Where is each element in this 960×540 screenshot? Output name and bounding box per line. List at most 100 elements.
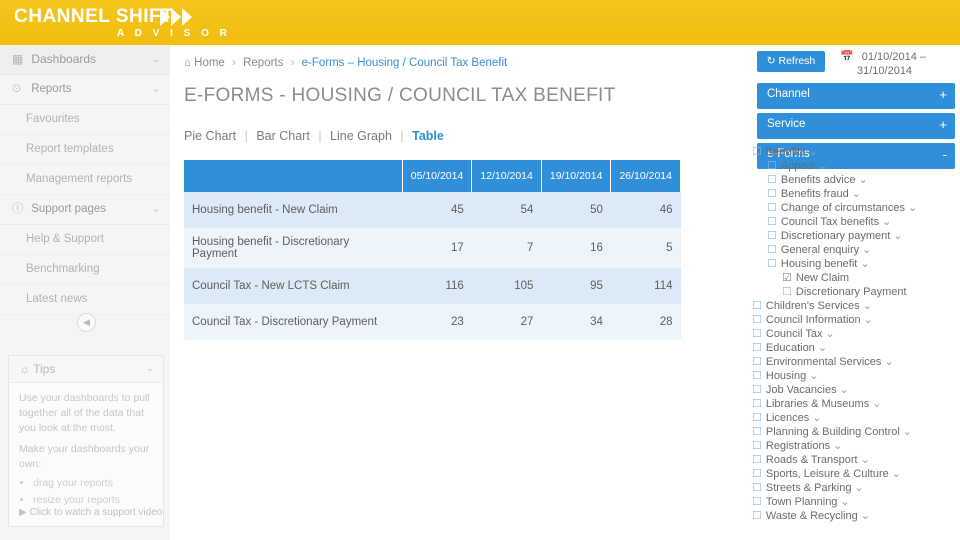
chevron-down-icon[interactable]: ⌄ [812, 412, 821, 424]
chevron-down-icon[interactable]: ⌄ [840, 384, 849, 396]
checkbox-unchecked-icon[interactable]: ☐ [752, 146, 762, 158]
chevron-down-icon[interactable]: ⌄ [903, 426, 912, 438]
tree-item[interactable]: ☐ Job Vacancies ⌄ [735, 383, 960, 397]
chevron-down-icon[interactable]: ⌄ [818, 160, 827, 172]
sidebar-item-favourites[interactable]: Favourites [0, 105, 170, 135]
tree-item[interactable]: ☐ Waste & Recycling ⌄ [735, 509, 960, 523]
tree-item[interactable]: ☐ Benefits ⌄ [735, 145, 960, 159]
checkbox-checked-icon[interactable]: ☑ [782, 272, 792, 284]
home-icon[interactable]: ⌂ [184, 57, 191, 69]
refresh-button[interactable]: ↻ Refresh [757, 51, 825, 72]
chevron-down-icon[interactable]: ⌄ [893, 230, 902, 242]
checkbox-unchecked-icon[interactable]: ☐ [752, 496, 762, 508]
chevron-down-icon[interactable]: ⌄ [872, 398, 881, 410]
chevron-down-icon[interactable]: ⌄ [892, 468, 901, 480]
checkbox-unchecked-icon[interactable]: ☐ [752, 356, 762, 368]
checkbox-unchecked-icon[interactable]: ☐ [752, 342, 762, 354]
checkbox-unchecked-icon[interactable]: ☐ [752, 468, 762, 480]
checkbox-unchecked-icon[interactable]: ☐ [767, 160, 777, 172]
tree-item[interactable]: ☐ Change of circumstances ⌄ [735, 201, 960, 215]
date-range-picker[interactable]: 📅 01/10/2014 – 31/10/2014 [840, 50, 955, 78]
tab-bar-chart[interactable]: Bar Chart [256, 129, 310, 143]
tree-item[interactable]: ☐ Housing benefit ⌄ [735, 257, 960, 271]
chevron-down-icon[interactable]: ⌄ [860, 258, 869, 270]
chevron-down-icon[interactable]: ⌄ [908, 202, 917, 214]
checkbox-unchecked-icon[interactable]: ☐ [752, 426, 762, 438]
tree-item[interactable]: ☐ Council Tax ⌄ [735, 327, 960, 341]
tree-item[interactable]: ☐ Roads & Transport ⌄ [735, 453, 960, 467]
chevron-down-icon[interactable]: ⌄ [818, 342, 827, 354]
tree-item[interactable]: ☐ Licences ⌄ [735, 411, 960, 425]
chevron-down-icon[interactable]: ⌄ [826, 328, 835, 340]
checkbox-unchecked-icon[interactable]: ☐ [767, 188, 777, 200]
sidebar-item-help-support[interactable]: Help & Support [0, 225, 170, 255]
checkbox-unchecked-icon[interactable]: ☐ [752, 328, 762, 340]
tree-item[interactable]: ☐ Appeal ⌄ [735, 159, 960, 173]
checkbox-unchecked-icon[interactable]: ☐ [767, 216, 777, 228]
chevron-down-icon[interactable]: ⌄ [861, 510, 870, 522]
tree-item[interactable]: ☐ Town Planning ⌄ [735, 495, 960, 509]
checkbox-unchecked-icon[interactable]: ☐ [752, 510, 762, 522]
chevron-down-icon[interactable]: ⌄ [840, 496, 849, 508]
chevron-down-icon[interactable]: ⌄ [863, 300, 872, 312]
tree-item[interactable]: ☐ Benefits advice ⌄ [735, 173, 960, 187]
tree-item[interactable]: ☐ Discretionary payment ⌄ [735, 229, 960, 243]
checkbox-unchecked-icon[interactable]: ☐ [767, 202, 777, 214]
tree-item[interactable]: ☐ Council Tax benefits ⌄ [735, 215, 960, 229]
checkbox-unchecked-icon[interactable]: ☐ [752, 300, 762, 312]
tab-pie-chart[interactable]: Pie Chart [184, 129, 236, 143]
tree-item[interactable]: ☐ Planning & Building Control ⌄ [735, 425, 960, 439]
tips-video-link[interactable]: ▶ Click to watch a support video [19, 507, 162, 518]
tree-item[interactable]: ☐ Discretionary Payment [735, 285, 960, 299]
sidebar-item-reports[interactable]: ⏲ Reports ⌄ [0, 75, 170, 105]
chevron-down-icon[interactable]: ⌄ [884, 356, 893, 368]
tree-item[interactable]: ☐ Children's Services ⌄ [735, 299, 960, 313]
tree-item[interactable]: ☐ Education ⌄ [735, 341, 960, 355]
breadcrumb-reports[interactable]: Reports [243, 57, 283, 69]
tree-item[interactable]: ☐ General enquiry ⌄ [735, 243, 960, 257]
checkbox-unchecked-icon[interactable]: ☐ [782, 286, 792, 298]
checkbox-unchecked-icon[interactable]: ☐ [752, 454, 762, 466]
chevron-down-icon[interactable]: ⌄ [882, 216, 891, 228]
sidebar-item-support-pages[interactable]: ⓘ Support pages ⌄ [0, 195, 170, 225]
sidebar-item-latest-news[interactable]: Latest news [0, 285, 170, 315]
accordion-service[interactable]: Service + [757, 113, 955, 139]
chevron-down-icon[interactable]: ⌄ [864, 314, 873, 326]
checkbox-unchecked-icon[interactable]: ☐ [767, 244, 777, 256]
checkbox-unchecked-icon[interactable]: ☐ [752, 314, 762, 326]
sidebar-item-report-templates[interactable]: Report templates [0, 135, 170, 165]
chevron-down-icon[interactable]: ⌄ [809, 146, 818, 158]
checkbox-unchecked-icon[interactable]: ☐ [767, 258, 777, 270]
checkbox-unchecked-icon[interactable]: ☐ [767, 174, 777, 186]
checkbox-unchecked-icon[interactable]: ☐ [767, 230, 777, 242]
tree-item[interactable]: ☐ Housing ⌄ [735, 369, 960, 383]
tips-header[interactable]: ☼ Tips ⌄ [9, 356, 163, 383]
chevron-down-icon[interactable]: ⌄ [833, 440, 842, 452]
chevron-down-icon[interactable]: ⌄ [809, 370, 818, 382]
checkbox-unchecked-icon[interactable]: ☐ [752, 384, 762, 396]
checkbox-unchecked-icon[interactable]: ☐ [752, 398, 762, 410]
tree-item[interactable]: ☑ New Claim [735, 271, 960, 285]
breadcrumb-home[interactable]: Home [194, 57, 225, 69]
chevron-down-icon[interactable]: ⌄ [861, 454, 870, 466]
tree-item[interactable]: ☐ Libraries & Museums ⌄ [735, 397, 960, 411]
tree-item[interactable]: ☐ Benefits fraud ⌄ [735, 187, 960, 201]
tree-item[interactable]: ☐ Environmental Services ⌄ [735, 355, 960, 369]
checkbox-unchecked-icon[interactable]: ☐ [752, 440, 762, 452]
chevron-down-icon[interactable]: ⌄ [858, 174, 867, 186]
tab-table[interactable]: Table [412, 129, 444, 143]
chevron-down-icon[interactable]: ⌄ [862, 244, 871, 256]
tree-item[interactable]: ☐ Council Information ⌄ [735, 313, 960, 327]
sidebar-collapse-button[interactable]: ◀ [77, 313, 96, 332]
sidebar-item-dashboards[interactable]: ▦ Dashboards ⌄ [0, 45, 170, 75]
breadcrumb-current[interactable]: e-Forms – Housing / Council Tax Benefit [302, 57, 508, 69]
checkbox-unchecked-icon[interactable]: ☐ [752, 370, 762, 382]
chevron-down-icon[interactable]: ⌄ [854, 482, 863, 494]
tree-item[interactable]: ☐ Streets & Parking ⌄ [735, 481, 960, 495]
checkbox-unchecked-icon[interactable]: ☐ [752, 482, 762, 494]
chevron-down-icon[interactable]: ⌄ [852, 188, 861, 200]
sidebar-item-management-reports[interactable]: Management reports [0, 165, 170, 195]
sidebar-item-benchmarking[interactable]: Benchmarking [0, 255, 170, 285]
accordion-channel[interactable]: Channel + [757, 83, 955, 109]
tab-line-graph[interactable]: Line Graph [330, 129, 392, 143]
